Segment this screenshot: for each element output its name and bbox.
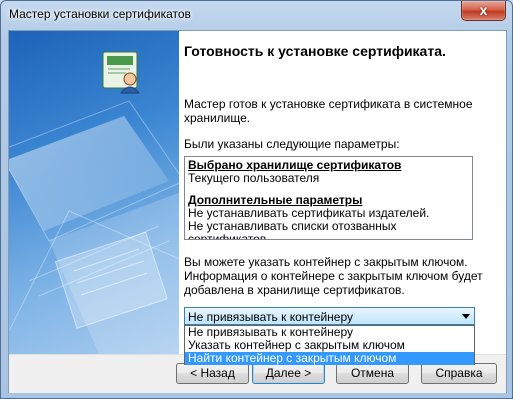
store-section-value: Текущего пользователя <box>188 171 320 185</box>
close-button[interactable]: x <box>461 1 506 21</box>
close-icon: x <box>479 2 488 18</box>
window-title: Мастер установки сертификатов <box>9 7 191 21</box>
wizard-window: Мастер установки сертификатов x Готовнос… <box>0 0 513 399</box>
dropdown-option-find-container[interactable]: Найти контейнер с закрытым ключом <box>185 352 474 365</box>
parameters-label: Были указаны следующие параметры: <box>184 137 400 151</box>
container-select-value: Не привязывать к контейнеру <box>188 310 353 324</box>
cancel-button[interactable]: Отмена <box>336 363 409 384</box>
page-title: Готовность к установке сертификата. <box>184 43 446 59</box>
settings-summary-box: Выбрано хранилище сертификатов Текущего … <box>184 156 473 240</box>
container-select-dropdown: Не привязывать к контейнеру Указать конт… <box>184 325 475 365</box>
help-button[interactable]: Справка <box>421 363 497 384</box>
laptop-certificate-illustration <box>9 100 179 354</box>
title-bar[interactable]: Мастер установки сертификатов x <box>1 1 512 29</box>
certificate-user-icon <box>100 50 144 94</box>
intro-text: Мастер готов к установке сертификата в с… <box>184 97 473 125</box>
back-button[interactable]: < Назад <box>176 363 249 384</box>
wizard-client-area: Готовность к установке сертификата. Маст… <box>8 30 507 393</box>
wizard-side-illustration <box>9 31 179 354</box>
next-button[interactable]: Далее > <box>252 363 325 384</box>
container-select[interactable]: Не привязывать к контейнеру <box>184 307 475 325</box>
container-note-text: Вы можете указать контейнер с закрытым к… <box>184 255 483 297</box>
extra-option-line: Не устанавливать списки отозванных серти… <box>188 219 397 240</box>
dropdown-arrow-icon[interactable] <box>462 314 470 319</box>
